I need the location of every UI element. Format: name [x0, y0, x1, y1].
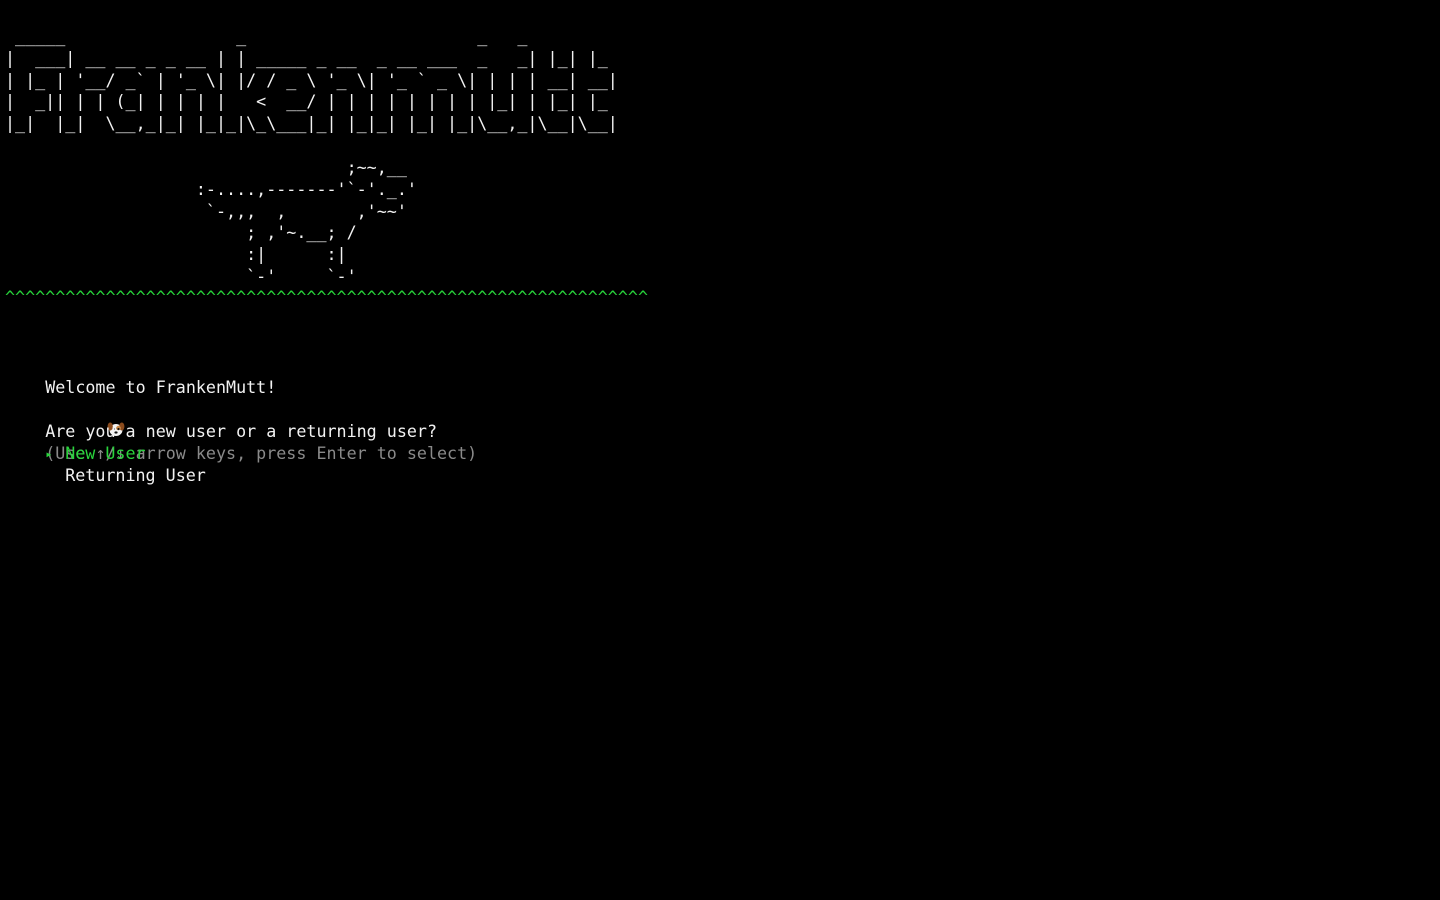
grass-line: ^^^^^^^^^^^^^^^^^^^^^^^^^^^^^^^^^^^^^^^^… [5, 287, 648, 307]
frankenmutt-ascii-banner: _____ _ _ _ | ___| __ __ _ _ __ | | ____… [5, 26, 618, 134]
dog-ascii-art: ;~~,__ :-....,-------'`-'._.' `-,,, , ,'… [195, 157, 417, 286]
welcome-text: Welcome to FrankenMutt! [45, 377, 277, 397]
terminal-window: _____ _ _ _ | ___| __ __ _ _ __ | | ____… [0, 0, 1440, 900]
option-returning-user-label: Returning User [65, 465, 206, 485]
option-returning-user[interactable]: Returning User [5, 442, 206, 508]
